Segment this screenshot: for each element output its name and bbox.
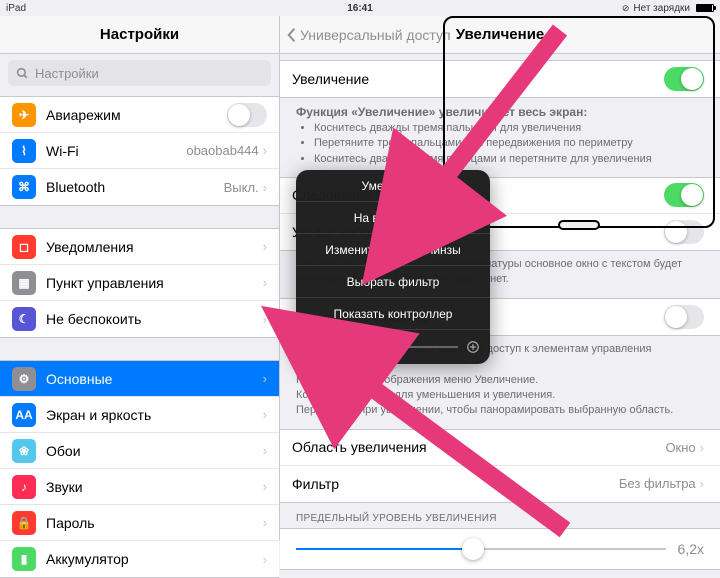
sidebar-item-авиарежим[interactable]: ✈ Авиарежим	[0, 97, 279, 133]
sidebar-item-звуки[interactable]: ♪ Звуки›	[0, 469, 279, 505]
popover-slider[interactable]	[296, 330, 490, 364]
chevron-right-icon: ›	[263, 371, 267, 386]
general-icon: ⚙	[12, 367, 36, 391]
popover-full-screen[interactable]: На весь экран	[296, 202, 490, 234]
wifi-icon: ⌇	[12, 139, 36, 163]
zoom-region-row[interactable]: Область увеличения Окно ›	[280, 430, 720, 466]
zoom-row[interactable]: Увеличение	[280, 61, 720, 97]
status-right: ⊘ Нет зарядки	[622, 3, 714, 14]
dnd-icon: ☾	[12, 307, 36, 331]
sidebar-item-аккумулятор[interactable]: ▮ Аккумулятор›	[0, 541, 279, 577]
bluetooth-icon: ⌘	[12, 175, 36, 199]
zoom-filter-row[interactable]: Фильтр Без фильтра ›	[280, 466, 720, 502]
airplane-icon: ✈	[12, 103, 36, 127]
control-center-icon: ▦	[12, 271, 36, 295]
popover-slider-thumb[interactable]	[326, 337, 346, 357]
settings-sidebar: Настройки Настройки ✈Авиарежим⌇Wi-Fiobao…	[0, 16, 280, 540]
status-time: 16:41	[347, 3, 373, 14]
sidebar-item-label: Wi-Fi	[46, 143, 186, 159]
battery-icon: ▮	[12, 547, 36, 571]
chevron-right-icon: ›	[263, 275, 267, 290]
sidebar-item-label: Аккумулятор	[46, 551, 263, 567]
detail-title: Увеличение	[456, 26, 545, 43]
notifications-icon: ◻	[12, 235, 36, 259]
max-zoom-slider[interactable]: 6,2x	[280, 529, 720, 569]
chevron-right-icon: ›	[263, 143, 267, 158]
chevron-right-icon: ›	[700, 440, 704, 455]
chevron-right-icon: ›	[263, 407, 267, 422]
sidebar-item-label: Пароль	[46, 515, 263, 531]
follow-focus-toggle[interactable]	[664, 183, 704, 207]
sidebar-navbar: Настройки	[0, 16, 279, 54]
sidebar-item-не-беспокоить[interactable]: ☾ Не беспокоить›	[0, 301, 279, 337]
sidebar-item-основные[interactable]: ⚙ Основные›	[0, 361, 279, 397]
search-input[interactable]: Настройки	[8, 60, 271, 86]
chevron-right-icon: ›	[263, 479, 267, 494]
sidebar-title: Настройки	[100, 26, 179, 43]
sidebar-item-label: Пункт управления	[46, 275, 263, 291]
sidebar-item-label: Bluetooth	[46, 179, 224, 195]
battery-icon	[696, 4, 714, 12]
sidebar-item-label: Основные	[46, 371, 263, 387]
max-zoom-label: ПРЕДЕЛЬНЫЙ УРОВЕНЬ УВЕЛИЧЕНИЯ	[280, 503, 720, 528]
chevron-right-icon: ›	[263, 443, 267, 458]
status-bar: iPad 16:41 ⊘ Нет зарядки	[0, 0, 720, 16]
toggle[interactable]	[227, 103, 267, 127]
sidebar-item-пароль[interactable]: 🔒 Пароль›	[0, 505, 279, 541]
status-device: iPad	[6, 3, 26, 14]
wallpaper-icon: ❀	[12, 439, 36, 463]
back-button[interactable]: Универсальный доступ	[286, 27, 451, 43]
slider-value: 6,2x	[678, 541, 704, 557]
sidebar-item-label: Не беспокоить	[46, 311, 263, 327]
sidebar-item-wi-fi[interactable]: ⌇Wi-Fiobaobab444›	[0, 133, 279, 169]
zoom-toggle[interactable]	[664, 67, 704, 91]
sidebar-item-label: Уведомления	[46, 239, 263, 255]
zoom-caption: Функция «Увеличение» увеличивает весь эк…	[280, 98, 720, 177]
sidebar-item-label: Авиарежим	[46, 107, 227, 123]
sidebar-item-обои[interactable]: ❀ Обои›	[0, 433, 279, 469]
popover-show-controller[interactable]: Показать контроллер	[296, 298, 490, 330]
sidebar-item-label: Звуки	[46, 479, 263, 495]
smart-typing-toggle[interactable]	[664, 220, 704, 244]
display-icon: AA	[12, 403, 36, 427]
passcode-icon: 🔒	[12, 511, 36, 535]
show-controller-toggle[interactable]	[664, 305, 704, 329]
chevron-right-icon: ›	[263, 239, 267, 254]
sidebar-item-пункт-управления[interactable]: ▦ Пункт управления›	[0, 265, 279, 301]
chevron-right-icon: ›	[263, 312, 267, 327]
detail-navbar: Универсальный доступ Увеличение	[280, 16, 720, 54]
chevron-right-icon: ›	[700, 476, 704, 491]
popover-zoom-out[interactable]: Уменьшить	[296, 170, 490, 202]
search-icon	[16, 67, 29, 80]
popover-resize-lens[interactable]: Изменить размер линзы	[296, 234, 490, 266]
sidebar-item-уведомления[interactable]: ◻ Уведомления›	[0, 229, 279, 265]
minus-icon	[306, 340, 320, 354]
sounds-icon: ♪	[12, 475, 36, 499]
popover-choose-filter[interactable]: Выбрать фильтр	[296, 266, 490, 298]
slider-track[interactable]	[296, 548, 666, 550]
sidebar-item-bluetooth[interactable]: ⌘BluetoothВыкл.›	[0, 169, 279, 205]
chevron-left-icon	[286, 27, 298, 43]
plus-icon	[466, 340, 480, 354]
slider-thumb[interactable]	[462, 538, 484, 560]
chevron-right-icon: ›	[263, 515, 267, 530]
sidebar-item-экран-и-яркость[interactable]: AA Экран и яркость›	[0, 397, 279, 433]
chevron-right-icon: ›	[263, 180, 267, 195]
sidebar-item-label: Экран и яркость	[46, 407, 263, 423]
sidebar-item-label: Обои	[46, 443, 263, 459]
zoom-popover[interactable]: Уменьшить На весь экран Изменить размер …	[296, 170, 490, 364]
chevron-right-icon: ›	[263, 552, 267, 567]
